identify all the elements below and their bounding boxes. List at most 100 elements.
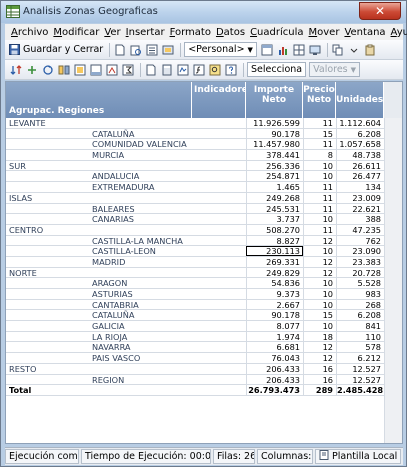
subregion-row[interactable]: BALEARES 245.531 11 22.621	[6, 203, 384, 215]
subregion-row[interactable]: ARAGON 54.836 10 5.528	[6, 278, 384, 289]
vertical-scrollbar[interactable]	[384, 118, 402, 443]
precio-cell[interactable]: 10	[303, 321, 336, 331]
layout-button[interactable]	[260, 43, 274, 57]
unidades-cell[interactable]: 22.621	[336, 203, 384, 214]
importe-cell[interactable]: 8.077	[246, 321, 303, 331]
importe-cell[interactable]: 249.829	[246, 267, 303, 278]
importe-cell[interactable]: 11.926.599	[246, 118, 303, 128]
importe-cell[interactable]: 1.465	[246, 182, 303, 192]
importe-cell[interactable]: 508.270	[246, 224, 303, 235]
region-row[interactable]: RESTO 206.433 16 12.527	[6, 363, 384, 375]
importe-cell[interactable]: 206.433	[246, 363, 303, 374]
precio-cell[interactable]: 16	[303, 374, 336, 385]
region-row[interactable]: NORTE 249.829 12 20.728	[6, 267, 384, 279]
region-row[interactable]: SUR 256.336 10 26.611	[6, 160, 384, 172]
unidades-cell[interactable]: 134	[336, 182, 384, 192]
close-button[interactable]: ✕	[359, 2, 401, 20]
sort-button[interactable]	[9, 63, 23, 77]
view-dropdown[interactable]: <Personal> ▼	[184, 42, 257, 57]
search-button[interactable]	[208, 63, 222, 77]
page-button[interactable]	[144, 63, 158, 77]
importe-cell[interactable]: 54.836	[246, 278, 303, 288]
title-bar[interactable]: Analisis Zonas Geograficas ✕	[1, 1, 406, 23]
precio-cell[interactable]: 10	[303, 214, 336, 224]
precio-cell[interactable]: 16	[303, 363, 336, 374]
menu-item[interactable]: Cuadrícula	[250, 27, 303, 38]
subregion-row[interactable]: MURCIA 378.441 8 48.738	[6, 150, 384, 161]
subregion-row[interactable]: LA RIOJA 1.974 18 110	[6, 331, 384, 343]
subregion-row[interactable]: PAIS VASCO 76.043 12 6.212	[6, 353, 384, 364]
pivot-grid[interactable]: Agrupac. Regiones Indicadores Importe Net…	[5, 81, 403, 444]
precio-neto-header[interactable]: Precio Neto	[303, 82, 336, 118]
precio-cell[interactable]: 12	[303, 235, 336, 246]
unidades-cell[interactable]: 20.728	[336, 267, 384, 278]
unidades-cell[interactable]: 23.383	[336, 256, 384, 267]
precio-cell[interactable]: 10	[303, 246, 336, 256]
importe-cell[interactable]: 90.178	[246, 310, 303, 320]
unidades-cell[interactable]: 12.527	[336, 374, 384, 385]
importe-cell[interactable]: 9.373	[246, 289, 303, 299]
importe-cell[interactable]: 3.737	[246, 214, 303, 224]
unidades-cell[interactable]: 48.738	[336, 150, 384, 160]
precio-cell[interactable]: 10	[303, 299, 336, 310]
importe-cell[interactable]: 269.331	[246, 256, 303, 267]
unidades-cell[interactable]: 5.528	[336, 278, 384, 288]
unidades-cell[interactable]: 1.057.658	[336, 139, 384, 149]
importe-cell[interactable]: 11.457.980	[246, 139, 303, 149]
subregion-row[interactable]: EXTREMADURA 1.465 11 134	[6, 182, 384, 193]
subregion-row[interactable]: CANTABRIA 2.667 10 268	[6, 299, 384, 311]
subregion-row[interactable]: ASTURIAS 9.373 10 983	[6, 289, 384, 300]
help-button[interactable]	[224, 63, 238, 77]
precio-cell[interactable]: 15	[303, 128, 336, 139]
pivot-button[interactable]	[41, 63, 55, 77]
unidades-cell[interactable]: 23.009	[336, 192, 384, 203]
unidades-cell[interactable]: 6.208	[336, 128, 384, 139]
menu-item[interactable]: Ayuda	[391, 27, 407, 38]
properties-button[interactable]	[161, 43, 175, 57]
menu-item[interactable]: Ver	[104, 27, 120, 38]
precio-cell[interactable]: 12	[303, 342, 336, 352]
precio-cell[interactable]: 15	[303, 310, 336, 320]
importe-cell[interactable]: 8.827	[246, 235, 303, 246]
precio-cell[interactable]: 10	[303, 160, 336, 171]
selection-dropdown[interactable]: Selecciona	[247, 62, 307, 77]
new-document-button[interactable]	[113, 43, 127, 57]
importe-cell[interactable]: 249.268	[246, 192, 303, 203]
unidades-cell[interactable]: 110	[336, 331, 384, 342]
unidades-cell[interactable]: 47.235	[336, 224, 384, 235]
unidades-cell[interactable]: 26.611	[336, 160, 384, 171]
importe-cell[interactable]: 245.531	[246, 203, 303, 214]
subregion-row[interactable]: ANDALUCIA 254.871 10 26.477	[6, 171, 384, 183]
precio-cell[interactable]: 11	[303, 139, 336, 149]
unidades-cell[interactable]: 6.212	[336, 353, 384, 363]
precio-cell[interactable]: 8	[303, 150, 336, 160]
unidades-header[interactable]: Unidades	[336, 82, 384, 118]
copy-button[interactable]	[331, 43, 345, 57]
export-button[interactable]	[145, 43, 159, 57]
importe-cell[interactable]: 90.178	[246, 128, 303, 139]
calculate-button[interactable]	[160, 63, 174, 77]
subregion-row[interactable]: CASTILLA-LA MANCHA 8.827 12 762	[6, 235, 384, 247]
menu-item[interactable]: Modificar	[53, 27, 99, 38]
importe-cell[interactable]: 2.667	[246, 299, 303, 310]
print-preview-button[interactable]	[129, 43, 143, 57]
importe-cell[interactable]: 254.871	[246, 171, 303, 181]
precio-cell[interactable]: 11	[303, 118, 336, 128]
subregion-row[interactable]: MADRID 269.331 12 23.383	[6, 256, 384, 268]
subregion-row[interactable]: CATALUÑA 90.178 15 6.208	[6, 310, 384, 322]
importe-cell[interactable]: 256.336	[246, 160, 303, 171]
menu-item[interactable]: Insertar	[126, 27, 165, 38]
region-row[interactable]: CENTRO 508.270 11 47.235	[6, 224, 384, 236]
menu-item[interactable]: Mover	[309, 27, 340, 38]
subregion-row[interactable]: NAVARRA 6.681 12 578	[6, 342, 384, 354]
precio-cell[interactable]: 11	[303, 182, 336, 192]
importe-cell[interactable]: 26.793.473	[246, 385, 303, 395]
monitor-button[interactable]	[308, 43, 322, 57]
paste-button[interactable]	[363, 43, 377, 57]
unidades-cell[interactable]: 12.527	[336, 363, 384, 374]
importe-neto-header[interactable]: Importe Neto	[246, 82, 303, 118]
precio-cell[interactable]: 11	[303, 203, 336, 214]
ranking-button[interactable]	[105, 63, 119, 77]
indicators-header[interactable]: Indicadores	[192, 82, 253, 118]
precio-cell[interactable]: 12	[303, 267, 336, 278]
